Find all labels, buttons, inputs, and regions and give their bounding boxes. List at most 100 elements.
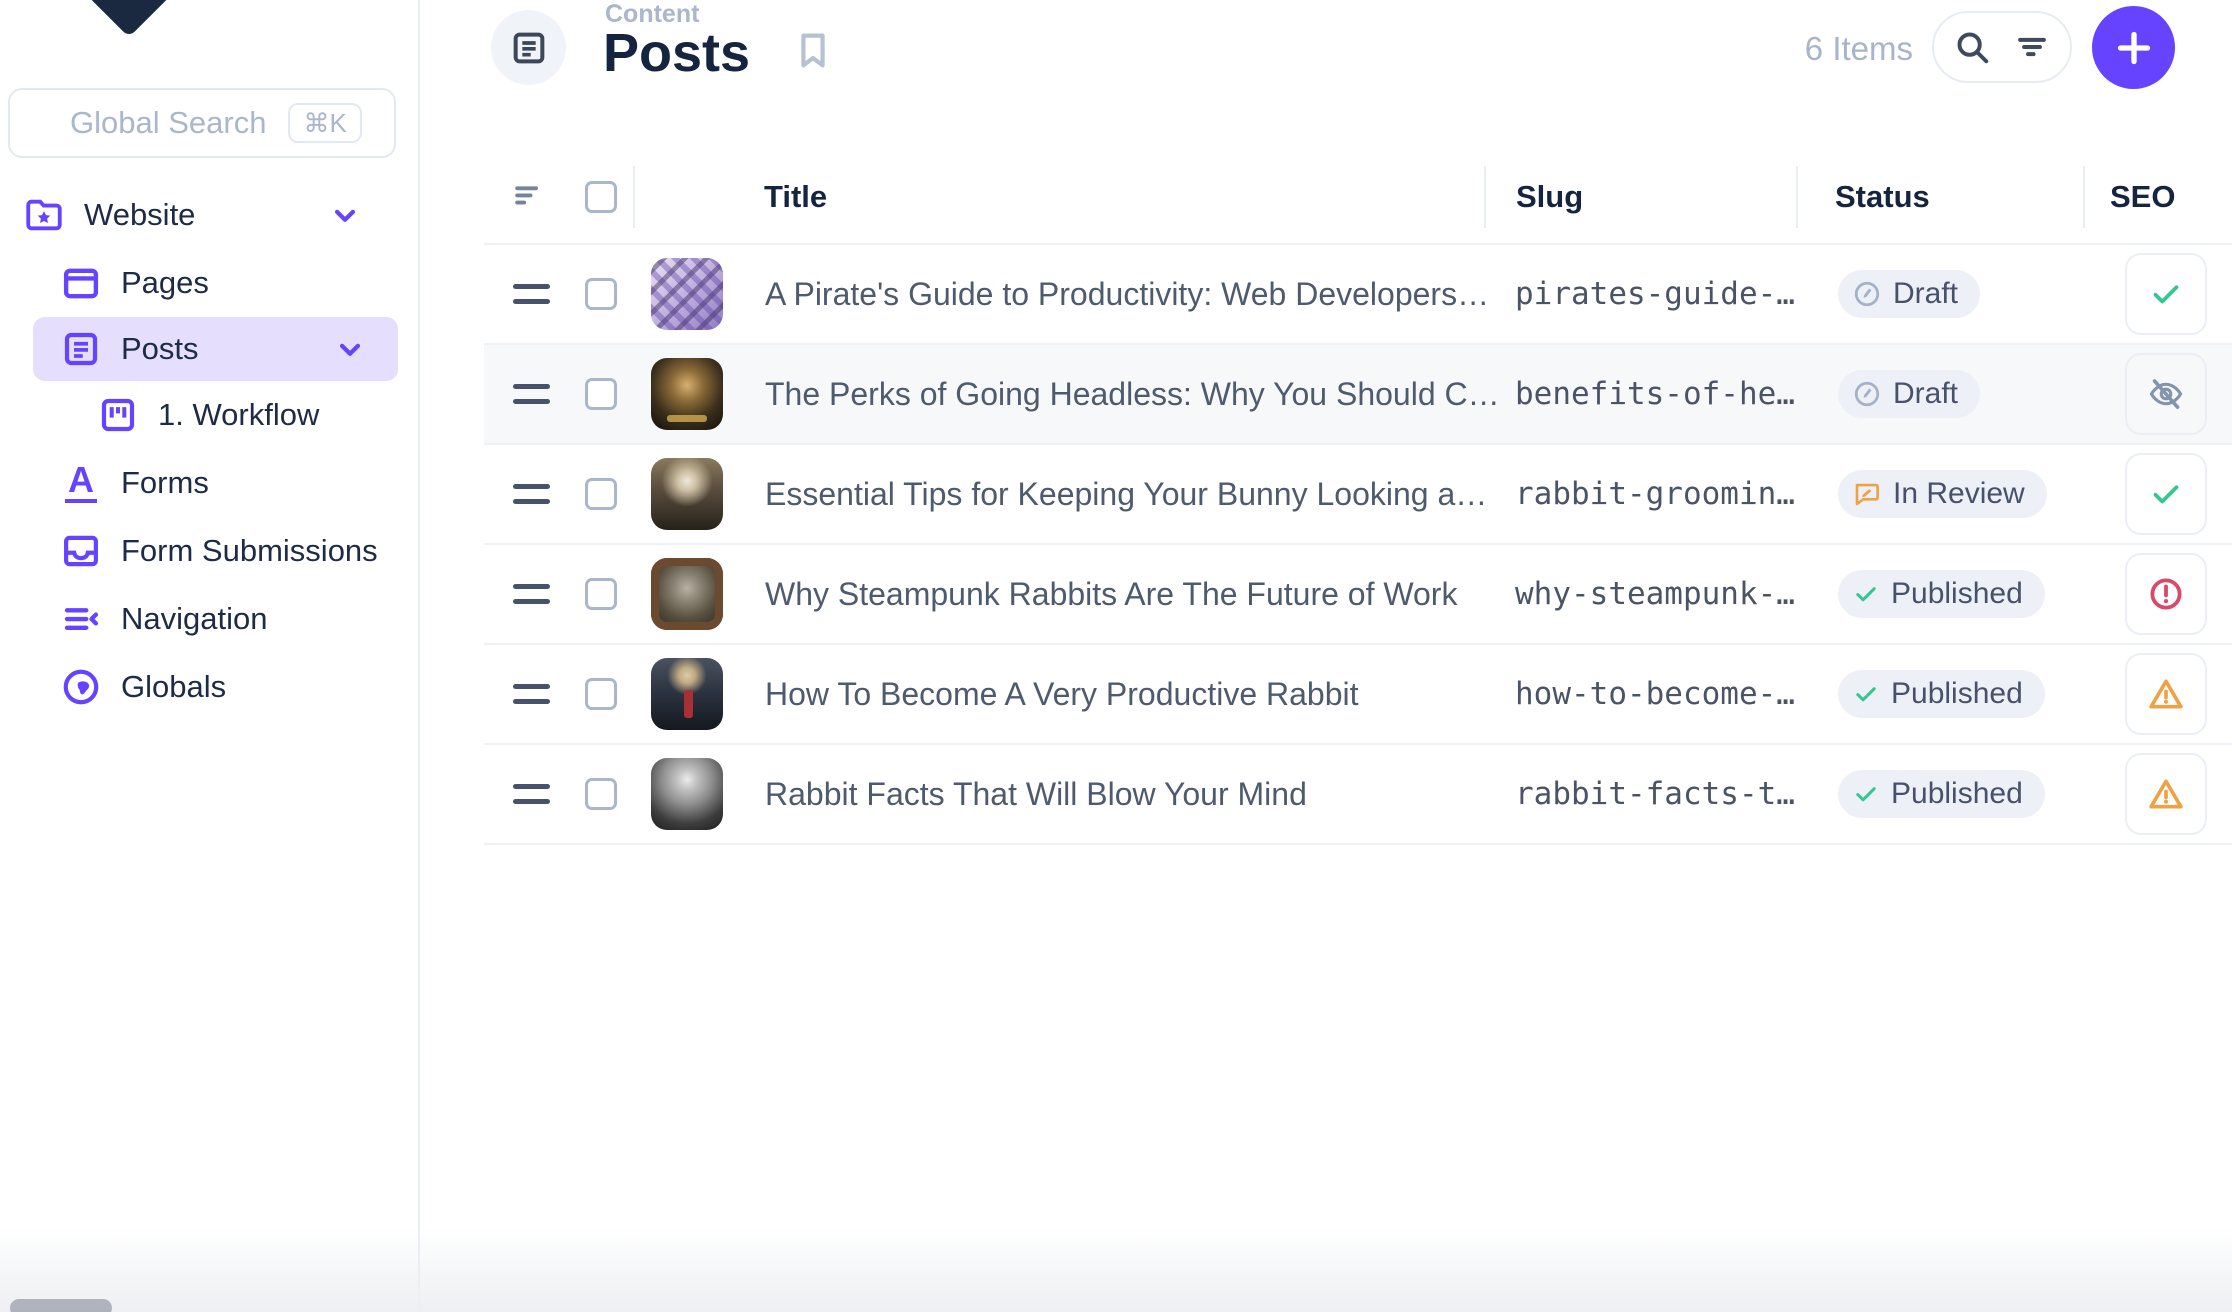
- post-slug: benefits-of-he…: [1484, 376, 1796, 412]
- column-divider: [1796, 166, 1798, 228]
- inbox-icon: [60, 530, 102, 572]
- status-badge: In Review: [1838, 470, 2047, 518]
- collection-icon-button[interactable]: [491, 10, 566, 85]
- post-thumbnail: [651, 458, 723, 530]
- kanban-icon: [97, 394, 139, 436]
- sidebar-item-navigation[interactable]: Navigation: [0, 585, 420, 653]
- bookmark-icon[interactable]: [790, 27, 836, 73]
- drag-handle-icon[interactable]: [513, 784, 550, 804]
- sidebar-item-pages[interactable]: Pages: [0, 249, 420, 317]
- letter-a-icon: A: [60, 462, 102, 504]
- row-checkbox[interactable]: [585, 478, 617, 510]
- seo-indicator: [2125, 753, 2207, 835]
- post-thumbnail: [651, 358, 723, 430]
- sidebar-item-forms[interactable]: A Forms: [0, 449, 420, 517]
- sidebar: Directus Global Search ⌘K Website: [0, 0, 420, 1312]
- row-checkbox[interactable]: [585, 378, 617, 410]
- post-thumbnail: [651, 558, 723, 630]
- column-divider: [1484, 166, 1486, 228]
- main-content: Content Posts 6 Items: [420, 0, 2232, 1312]
- filter-icon[interactable]: [2013, 28, 2051, 66]
- sidebar-item-website[interactable]: Website: [0, 181, 420, 249]
- column-header-title[interactable]: Title: [633, 179, 1484, 215]
- post-thumbnail: [651, 258, 723, 330]
- sidebar-item-label: 1. Workflow: [158, 397, 319, 433]
- manual-sort-icon[interactable]: [510, 178, 548, 216]
- article-icon: [60, 328, 102, 370]
- add-item-button[interactable]: [2092, 6, 2175, 89]
- directus-logo-icon: [77, 0, 182, 37]
- search-icon[interactable]: [1953, 28, 1991, 66]
- column-header-seo[interactable]: SEO: [2083, 179, 2232, 215]
- post-thumbnail: [651, 658, 723, 730]
- eye-off-icon: [2147, 375, 2185, 413]
- drag-handle-icon[interactable]: [513, 284, 550, 304]
- row-checkbox[interactable]: [585, 278, 617, 310]
- post-slug: how-to-become-…: [1484, 676, 1796, 712]
- table-row[interactable]: Rabbit Facts That Will Blow Your Mind ra…: [484, 745, 2232, 845]
- folder-star-icon: [23, 194, 65, 236]
- sidebar-item-label: Pages: [121, 265, 209, 301]
- warning-icon: [2147, 775, 2185, 813]
- published-icon: [1852, 580, 1880, 608]
- sidebar-item-label: Posts: [121, 331, 199, 367]
- published-icon: [1852, 680, 1880, 708]
- items-count: 6 Items: [1805, 30, 1913, 68]
- row-checkbox[interactable]: [585, 678, 617, 710]
- posts-table: Title Slug Status SEO A Pirate's Guide t…: [484, 150, 2232, 845]
- row-checkbox[interactable]: [585, 778, 617, 810]
- in-review-icon: [1852, 479, 1882, 509]
- sidebar-item-label: Website: [84, 197, 195, 233]
- sidebar-item-label: Forms: [121, 465, 209, 501]
- draft-icon: [1852, 279, 1882, 309]
- post-title: Why Steampunk Rabbits Are The Future of …: [765, 576, 1457, 613]
- sidebar-item-label: Navigation: [121, 601, 267, 637]
- table-row[interactable]: How To Become A Very Productive Rabbit h…: [484, 645, 2232, 745]
- chevron-down-icon[interactable]: [326, 196, 364, 234]
- sidebar-item-label: Globals: [121, 669, 226, 705]
- table-row[interactable]: Why Steampunk Rabbits Are The Future of …: [484, 545, 2232, 645]
- table-row[interactable]: A Pirate's Guide to Productivity: Web De…: [484, 245, 2232, 345]
- post-slug: pirates-guide-…: [1484, 276, 1796, 312]
- sidebar-item-form-submissions[interactable]: Form Submissions: [0, 517, 420, 585]
- seo-indicator: [2125, 453, 2207, 535]
- drag-handle-icon[interactable]: [513, 484, 550, 504]
- sidebar-item-globals[interactable]: Globals: [0, 653, 420, 721]
- select-all-checkbox[interactable]: [585, 181, 617, 213]
- drag-handle-icon[interactable]: [513, 684, 550, 704]
- chevron-down-icon[interactable]: [331, 330, 369, 368]
- table-row[interactable]: The Perks of Going Headless: Why You Sho…: [484, 345, 2232, 445]
- check-icon: [2148, 276, 2184, 312]
- brand-name: Directus: [268, 0, 420, 6]
- search-filter-toolbar: [1932, 11, 2072, 83]
- seo-indicator: [2125, 553, 2207, 635]
- sidebar-item-label: Form Submissions: [121, 533, 378, 569]
- table-header: Title Slug Status SEO: [484, 150, 2232, 245]
- column-header-slug[interactable]: Slug: [1484, 179, 1796, 215]
- seo-indicator: [2125, 353, 2207, 435]
- post-slug: why-steampunk-…: [1484, 576, 1796, 612]
- globe-icon: [60, 666, 102, 708]
- column-header-status[interactable]: Status: [1796, 179, 2083, 215]
- bottom-left-panel-edge: [10, 1299, 112, 1312]
- check-icon: [2148, 476, 2184, 512]
- drag-handle-icon[interactable]: [513, 384, 550, 404]
- post-slug: rabbit-facts-t…: [1484, 776, 1796, 812]
- table-row[interactable]: Essential Tips for Keeping Your Bunny Lo…: [484, 445, 2232, 545]
- brand: Directus: [0, 0, 420, 36]
- post-title: How To Become A Very Productive Rabbit: [765, 676, 1359, 713]
- global-search-input[interactable]: Global Search ⌘K: [8, 88, 396, 158]
- draft-icon: [1852, 379, 1882, 409]
- seo-indicator: [2125, 653, 2207, 735]
- directus-app: Directus Global Search ⌘K Website: [0, 0, 2232, 1312]
- post-slug: rabbit-groomin…: [1484, 476, 1796, 512]
- post-thumbnail: [651, 758, 723, 830]
- post-title: Essential Tips for Keeping Your Bunny Lo…: [765, 476, 1487, 513]
- sidebar-item-workflow[interactable]: 1. Workflow: [0, 381, 420, 449]
- sidebar-item-posts[interactable]: Posts: [33, 317, 398, 381]
- post-title: A Pirate's Guide to Productivity: Web De…: [765, 276, 1489, 313]
- status-badge: Draft: [1838, 370, 1980, 418]
- status-badge: Published: [1838, 670, 2045, 718]
- drag-handle-icon[interactable]: [513, 584, 550, 604]
- row-checkbox[interactable]: [585, 578, 617, 610]
